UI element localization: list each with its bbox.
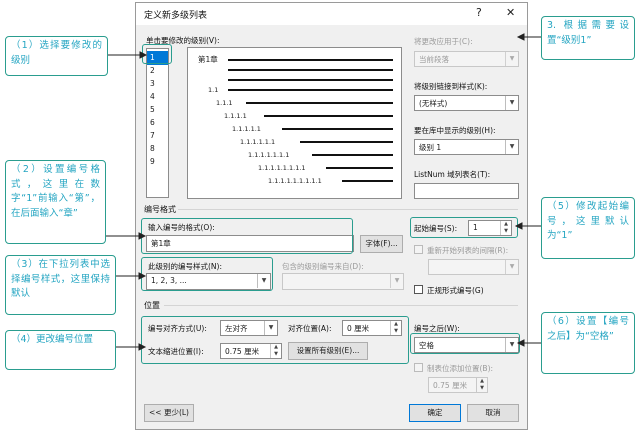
arrow-head-icon	[138, 232, 147, 240]
callout-set-level-1: 3. 根据需要设置“级别1”	[541, 16, 635, 60]
arrow-head-icon	[516, 339, 525, 347]
callout-follow-number: （6）设置【编号之后】为“空格”	[541, 312, 635, 374]
arrow-head-icon	[138, 272, 147, 280]
callout-start-at: （5）修改起始编号，这里默认为“1”	[541, 197, 635, 259]
callout-number-format: （2）设置编号格式，这里在数字“1”前输入“第”，在后面输入“章”	[5, 160, 106, 244]
callout-select-level: （1）选择要修改的级别	[5, 36, 108, 76]
arrow-head-icon	[514, 222, 523, 230]
arrow-head-icon	[138, 343, 147, 351]
arrow-head-icon	[516, 33, 525, 41]
arrow-head-icon	[139, 51, 148, 59]
callout-number-style: （3）在下拉列表中选择编号样式，这里保持默认	[5, 255, 116, 315]
callout-position: （4）更改编号位置	[5, 330, 116, 370]
